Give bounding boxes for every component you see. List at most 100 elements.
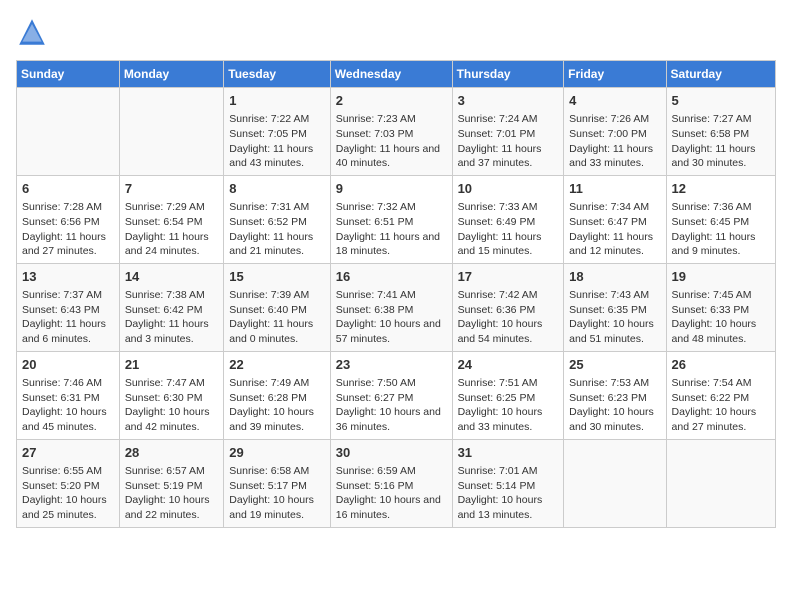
day-header-sunday: Sunday bbox=[17, 61, 120, 88]
day-header-thursday: Thursday bbox=[452, 61, 564, 88]
cell-content: Sunrise: 7:32 AM Sunset: 6:51 PM Dayligh… bbox=[336, 200, 447, 259]
calendar-cell: 16 Sunrise: 7:41 AM Sunset: 6:38 PM Dayli… bbox=[330, 263, 452, 351]
week-row-4: 20 Sunrise: 7:46 AM Sunset: 6:31 PM Dayli… bbox=[17, 351, 776, 439]
day-number: 1 bbox=[229, 92, 324, 110]
cell-content: Sunrise: 6:55 AM Sunset: 5:20 PM Dayligh… bbox=[22, 464, 114, 523]
day-number: 3 bbox=[458, 92, 559, 110]
calendar-cell: 10Sunrise: 7:33 AM Sunset: 6:49 PM Dayli… bbox=[452, 175, 564, 263]
cell-content: Sunrise: 7:01 AM Sunset: 5:14 PM Dayligh… bbox=[458, 464, 559, 523]
day-number: 20 bbox=[22, 356, 114, 374]
day-number: 14 bbox=[125, 268, 218, 286]
calendar-body: 1 Sunrise: 7:22 AM Sunset: 7:05 PM Daylig… bbox=[17, 88, 776, 528]
cell-content: Sunrise: 7:23 AM Sunset: 7:03 PM Dayligh… bbox=[336, 112, 447, 171]
cell-content: Sunrise: 7:42 AM Sunset: 6:36 PM Dayligh… bbox=[458, 288, 559, 347]
days-header-row: SundayMondayTuesdayWednesdayThursdayFrid… bbox=[17, 61, 776, 88]
calendar-cell: 2 Sunrise: 7:23 AM Sunset: 7:03 PM Daylig… bbox=[330, 88, 452, 176]
calendar-cell: 30 Sunrise: 6:59 AM Sunset: 5:16 PM Dayli… bbox=[330, 439, 452, 527]
cell-content: Sunrise: 7:53 AM Sunset: 6:23 PM Dayligh… bbox=[569, 376, 660, 435]
cell-content: Sunrise: 7:45 AM Sunset: 6:33 PM Dayligh… bbox=[672, 288, 770, 347]
cell-content: Sunrise: 7:24 AM Sunset: 7:01 PM Dayligh… bbox=[458, 112, 559, 171]
day-number: 11 bbox=[569, 180, 660, 198]
calendar-cell: 7 Sunrise: 7:29 AM Sunset: 6:54 PM Daylig… bbox=[119, 175, 223, 263]
cell-content: Sunrise: 6:57 AM Sunset: 5:19 PM Dayligh… bbox=[125, 464, 218, 523]
day-number: 12 bbox=[672, 180, 770, 198]
day-number: 19 bbox=[672, 268, 770, 286]
calendar-table: SundayMondayTuesdayWednesdayThursdayFrid… bbox=[16, 60, 776, 528]
calendar-cell: 18Sunrise: 7:43 AM Sunset: 6:35 PM Dayli… bbox=[564, 263, 666, 351]
cell-content: Sunrise: 6:59 AM Sunset: 5:16 PM Dayligh… bbox=[336, 464, 447, 523]
cell-content: Sunrise: 7:31 AM Sunset: 6:52 PM Dayligh… bbox=[229, 200, 324, 259]
cell-content: Sunrise: 7:28 AM Sunset: 6:56 PM Dayligh… bbox=[22, 200, 114, 259]
calendar-cell: 12 Sunrise: 7:36 AM Sunset: 6:45 PM Dayli… bbox=[666, 175, 775, 263]
day-header-friday: Friday bbox=[564, 61, 666, 88]
day-number: 29 bbox=[229, 444, 324, 462]
calendar-cell: 29Sunrise: 6:58 AM Sunset: 5:17 PM Dayli… bbox=[224, 439, 330, 527]
cell-content: Sunrise: 7:36 AM Sunset: 6:45 PM Dayligh… bbox=[672, 200, 770, 259]
cell-content: Sunrise: 7:41 AM Sunset: 6:38 PM Dayligh… bbox=[336, 288, 447, 347]
calendar-header: SundayMondayTuesdayWednesdayThursdayFrid… bbox=[17, 61, 776, 88]
week-row-2: 6 Sunrise: 7:28 AM Sunset: 6:56 PM Daylig… bbox=[17, 175, 776, 263]
day-number: 23 bbox=[336, 356, 447, 374]
calendar-cell: 22 Sunrise: 7:49 AM Sunset: 6:28 PM Dayli… bbox=[224, 351, 330, 439]
calendar-cell: 1 Sunrise: 7:22 AM Sunset: 7:05 PM Daylig… bbox=[224, 88, 330, 176]
week-row-5: 27 Sunrise: 6:55 AM Sunset: 5:20 PM Dayli… bbox=[17, 439, 776, 527]
calendar-cell: 23 Sunrise: 7:50 AM Sunset: 6:27 PM Dayli… bbox=[330, 351, 452, 439]
cell-content: Sunrise: 7:39 AM Sunset: 6:40 PM Dayligh… bbox=[229, 288, 324, 347]
day-header-tuesday: Tuesday bbox=[224, 61, 330, 88]
day-number: 25 bbox=[569, 356, 660, 374]
calendar-cell: 9Sunrise: 7:32 AM Sunset: 6:51 PM Daylig… bbox=[330, 175, 452, 263]
day-number: 6 bbox=[22, 180, 114, 198]
day-number: 4 bbox=[569, 92, 660, 110]
day-number: 22 bbox=[229, 356, 324, 374]
cell-content: Sunrise: 7:50 AM Sunset: 6:27 PM Dayligh… bbox=[336, 376, 447, 435]
day-number: 27 bbox=[22, 444, 114, 462]
day-number: 16 bbox=[336, 268, 447, 286]
calendar-cell: 20 Sunrise: 7:46 AM Sunset: 6:31 PM Dayli… bbox=[17, 351, 120, 439]
day-number: 7 bbox=[125, 180, 218, 198]
calendar-cell: 25 Sunrise: 7:53 AM Sunset: 6:23 PM Dayli… bbox=[564, 351, 666, 439]
calendar-cell: 28Sunrise: 6:57 AM Sunset: 5:19 PM Dayli… bbox=[119, 439, 223, 527]
calendar-cell: 3 Sunrise: 7:24 AM Sunset: 7:01 PM Daylig… bbox=[452, 88, 564, 176]
day-number: 15 bbox=[229, 268, 324, 286]
calendar-cell bbox=[17, 88, 120, 176]
page-header bbox=[16, 16, 776, 48]
day-header-saturday: Saturday bbox=[666, 61, 775, 88]
calendar-cell: 31 Sunrise: 7:01 AM Sunset: 5:14 PM Dayli… bbox=[452, 439, 564, 527]
calendar-cell bbox=[119, 88, 223, 176]
calendar-cell: 5Sunrise: 7:27 AM Sunset: 6:58 PM Daylig… bbox=[666, 88, 775, 176]
cell-content: Sunrise: 7:27 AM Sunset: 6:58 PM Dayligh… bbox=[672, 112, 770, 171]
week-row-3: 13Sunrise: 7:37 AM Sunset: 6:43 PM Dayli… bbox=[17, 263, 776, 351]
calendar-cell: 14 Sunrise: 7:38 AM Sunset: 6:42 PM Dayli… bbox=[119, 263, 223, 351]
day-number: 8 bbox=[229, 180, 324, 198]
calendar-cell: 24 Sunrise: 7:51 AM Sunset: 6:25 PM Dayli… bbox=[452, 351, 564, 439]
day-number: 17 bbox=[458, 268, 559, 286]
cell-content: Sunrise: 7:33 AM Sunset: 6:49 PM Dayligh… bbox=[458, 200, 559, 259]
day-number: 24 bbox=[458, 356, 559, 374]
calendar-cell bbox=[564, 439, 666, 527]
logo bbox=[16, 16, 52, 48]
calendar-cell: 13Sunrise: 7:37 AM Sunset: 6:43 PM Dayli… bbox=[17, 263, 120, 351]
calendar-cell: 8 Sunrise: 7:31 AM Sunset: 6:52 PM Daylig… bbox=[224, 175, 330, 263]
day-number: 26 bbox=[672, 356, 770, 374]
calendar-cell: 4 Sunrise: 7:26 AM Sunset: 7:00 PM Daylig… bbox=[564, 88, 666, 176]
day-number: 13 bbox=[22, 268, 114, 286]
calendar-cell: 26Sunrise: 7:54 AM Sunset: 6:22 PM Dayli… bbox=[666, 351, 775, 439]
calendar-cell: 15 Sunrise: 7:39 AM Sunset: 6:40 PM Dayli… bbox=[224, 263, 330, 351]
cell-content: Sunrise: 7:43 AM Sunset: 6:35 PM Dayligh… bbox=[569, 288, 660, 347]
cell-content: Sunrise: 7:49 AM Sunset: 6:28 PM Dayligh… bbox=[229, 376, 324, 435]
calendar-cell: 27 Sunrise: 6:55 AM Sunset: 5:20 PM Dayli… bbox=[17, 439, 120, 527]
day-header-monday: Monday bbox=[119, 61, 223, 88]
calendar-cell: 21Sunrise: 7:47 AM Sunset: 6:30 PM Dayli… bbox=[119, 351, 223, 439]
cell-content: Sunrise: 7:29 AM Sunset: 6:54 PM Dayligh… bbox=[125, 200, 218, 259]
day-number: 31 bbox=[458, 444, 559, 462]
cell-content: Sunrise: 7:26 AM Sunset: 7:00 PM Dayligh… bbox=[569, 112, 660, 171]
cell-content: Sunrise: 7:38 AM Sunset: 6:42 PM Dayligh… bbox=[125, 288, 218, 347]
calendar-cell: 11 Sunrise: 7:34 AM Sunset: 6:47 PM Dayli… bbox=[564, 175, 666, 263]
day-number: 30 bbox=[336, 444, 447, 462]
cell-content: Sunrise: 7:34 AM Sunset: 6:47 PM Dayligh… bbox=[569, 200, 660, 259]
day-number: 21 bbox=[125, 356, 218, 374]
day-number: 2 bbox=[336, 92, 447, 110]
cell-content: Sunrise: 7:22 AM Sunset: 7:05 PM Dayligh… bbox=[229, 112, 324, 171]
cell-content: Sunrise: 7:46 AM Sunset: 6:31 PM Dayligh… bbox=[22, 376, 114, 435]
cell-content: Sunrise: 7:51 AM Sunset: 6:25 PM Dayligh… bbox=[458, 376, 559, 435]
